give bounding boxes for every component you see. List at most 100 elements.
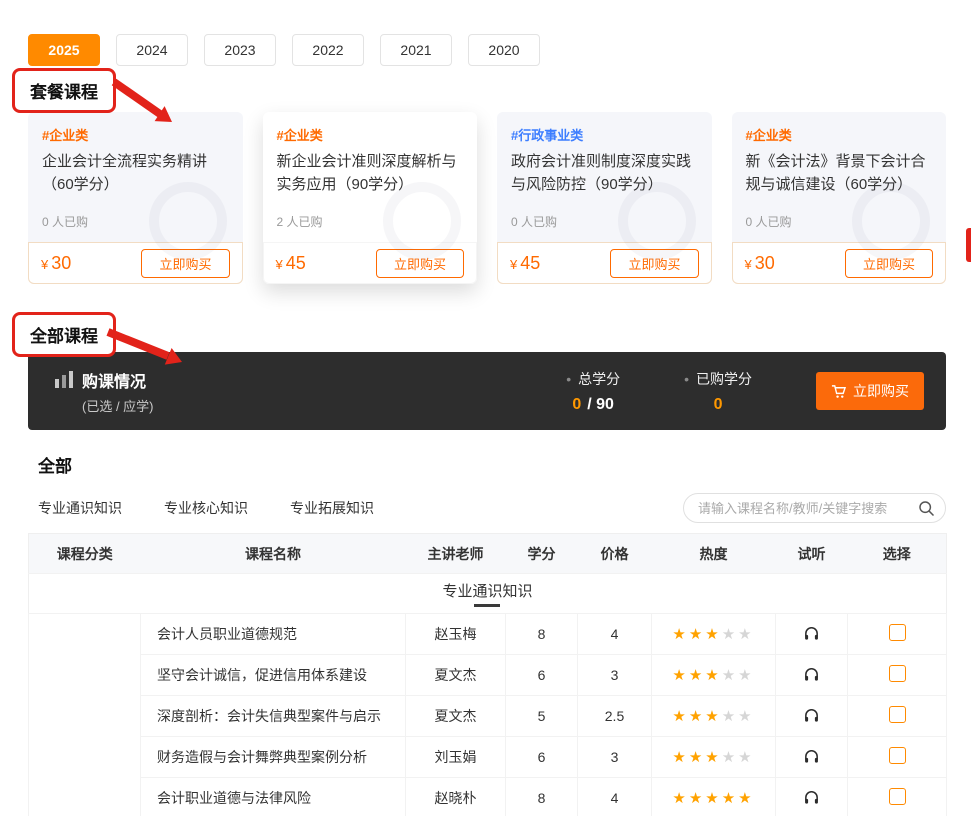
headphone-icon[interactable]: [803, 747, 820, 764]
group-title: 专业通识知识: [442, 580, 532, 607]
purchased-credits-value: 0: [684, 396, 752, 414]
card-tag: #行政事业类: [511, 125, 698, 144]
search-icon[interactable]: [918, 500, 935, 517]
credits-cell: 8: [506, 778, 578, 816]
course-table: 课程分类 课程名称 主讲老师 学分 价格 热度 试听 选择 专业通识知识 会计职…: [28, 533, 947, 816]
all-courses-annotation: 全部课程: [12, 312, 116, 357]
course-name-cell: 坚守会计诚信，促进信用体系建设: [141, 655, 406, 696]
credits-cell: 5: [506, 696, 578, 737]
teacher-cell: 夏文杰: [406, 696, 506, 737]
table-row: 会计职业道德 会计人员职业道德规范 赵玉梅 8 4 ★★★★★: [29, 614, 947, 655]
header-audition: 试听: [776, 534, 848, 574]
header-select: 选择: [848, 534, 947, 574]
year-tab-2024[interactable]: 2024: [116, 34, 188, 66]
group-title-row: 专业通识知识: [29, 574, 947, 614]
headphone-icon[interactable]: [803, 788, 820, 805]
tab-general-knowledge[interactable]: 专业通识知识: [38, 498, 122, 518]
card-price: ¥30: [41, 253, 71, 274]
table-row: 财务造假与会计舞弊典型案例分析 刘玉娟 6 3 ★★★★★: [29, 737, 947, 778]
buy-now-button[interactable]: 立即购买: [610, 249, 698, 278]
course-search-box: [683, 493, 946, 523]
headphone-icon[interactable]: [803, 706, 820, 723]
tab-core-knowledge[interactable]: 专业核心知识: [164, 498, 248, 518]
buy-now-button[interactable]: 立即购买: [141, 249, 229, 278]
header-course-name: 课程名称: [141, 534, 406, 574]
year-tab-2021[interactable]: 2021: [380, 34, 452, 66]
buy-now-button[interactable]: 立即购买: [376, 249, 464, 278]
package-card: #企业类 新企业会计准则深度解析与实务应用（90学分） 2 人已购 ¥45 立即…: [263, 112, 478, 284]
select-checkbox[interactable]: [889, 788, 906, 805]
purchase-status-block: 购课情况 (已选 / 应学): [54, 368, 154, 415]
currency-symbol: ¥: [41, 257, 48, 272]
select-checkbox[interactable]: [889, 706, 906, 723]
teacher-cell: 刘玉娟: [406, 737, 506, 778]
popularity-cell: ★★★★★: [652, 696, 776, 737]
price-cell: 3: [578, 737, 652, 778]
card-price-strip: ¥30 立即购买: [732, 242, 947, 284]
headphone-icon[interactable]: [803, 665, 820, 682]
course-name-cell: 会计人员职业道德规范: [141, 614, 406, 655]
card-buyers: 0 人已购: [511, 205, 698, 236]
card-title: 政府会计准则制度深度实践与风险防控（90学分）: [511, 151, 698, 197]
credits-cell: 6: [506, 737, 578, 778]
table-header-row: 课程分类 课程名称 主讲老师 学分 价格 热度 试听 选择: [29, 534, 947, 574]
credits-cell: 6: [506, 655, 578, 696]
course-name-cell: 深度剖析：会计失信典型案件与启示: [141, 696, 406, 737]
year-tab-bar: 2025 2024 2023 2022 2021 2020: [0, 0, 971, 66]
header-price: 价格: [578, 534, 652, 574]
catalog-heading: 全部: [38, 452, 971, 477]
card-buyers: 0 人已购: [42, 205, 229, 236]
purchased-credits-label: 已购学分: [684, 369, 752, 389]
bar-chart-icon: [54, 371, 74, 389]
category-cell: 会计职业道德: [29, 614, 141, 816]
package-card-body: #企业类 新《会计法》背景下会计合规与诚信建设（60学分） 0 人已购: [732, 112, 947, 242]
year-tab-2022[interactable]: 2022: [292, 34, 364, 66]
cart-icon: [831, 384, 846, 399]
card-price-strip: ¥30 立即购买: [28, 242, 243, 284]
table-row: 深度剖析：会计失信典型案件与启示 夏文杰 5 2.5 ★★★★★: [29, 696, 947, 737]
header-popularity: 热度: [652, 534, 776, 574]
red-arrow-icon: [108, 76, 180, 128]
purchase-status-subtitle: (已选 / 应学): [82, 396, 154, 415]
package-card: #企业类 企业会计全流程实务精讲（60学分） 0 人已购 ¥30 立即购买: [28, 112, 243, 284]
package-card-body: #行政事业类 政府会计准则制度深度实践与风险防控（90学分） 0 人已购: [497, 112, 712, 242]
package-card-body: #企业类 企业会计全流程实务精讲（60学分） 0 人已购: [28, 112, 243, 242]
price-cell: 4: [578, 778, 652, 816]
popularity-cell: ★★★★★: [652, 778, 776, 816]
package-cards-row: #企业类 企业会计全流程实务精讲（60学分） 0 人已购 ¥30 立即购买 #企…: [28, 112, 946, 284]
search-input[interactable]: [698, 501, 918, 516]
knowledge-tab-bar: 专业通识知识 专业核心知识 专业拓展知识: [38, 498, 374, 518]
buy-now-button[interactable]: 立即购买: [816, 372, 924, 410]
select-checkbox[interactable]: [889, 624, 906, 641]
card-buyers: 2 人已购: [277, 205, 464, 236]
table-row: 会计职业道德与法律风险 赵晓朴 8 4 ★★★★★: [29, 778, 947, 816]
year-tab-2020[interactable]: 2020: [468, 34, 540, 66]
popularity-cell: ★★★★★: [652, 737, 776, 778]
card-title: 企业会计全流程实务精讲（60学分）: [42, 151, 229, 197]
select-checkbox[interactable]: [889, 665, 906, 682]
header-teacher: 主讲老师: [406, 534, 506, 574]
price-cell: 2.5: [578, 696, 652, 737]
card-title: 新《会计法》背景下会计合规与诚信建设（60学分）: [746, 151, 933, 197]
teacher-cell: 夏文杰: [406, 655, 506, 696]
currency-symbol: ¥: [276, 257, 283, 272]
card-tag: #企业类: [746, 125, 933, 144]
currency-symbol: ¥: [510, 257, 517, 272]
card-price: ¥45: [276, 253, 306, 274]
purchased-credits-stat: 已购学分 0: [684, 369, 752, 414]
currency-symbol: ¥: [745, 257, 752, 272]
select-checkbox[interactable]: [889, 747, 906, 764]
card-buyers: 0 人已购: [746, 205, 933, 236]
teacher-cell: 赵晓朴: [406, 778, 506, 816]
course-name-cell: 财务造假与会计舞弊典型案例分析: [141, 737, 406, 778]
total-credits-value: 0/ 90: [566, 396, 620, 414]
header-category: 课程分类: [29, 534, 141, 574]
credits-cell: 8: [506, 614, 578, 655]
year-tab-2025[interactable]: 2025: [28, 34, 100, 66]
tab-extended-knowledge[interactable]: 专业拓展知识: [290, 498, 374, 518]
headphone-icon[interactable]: [803, 624, 820, 641]
buy-now-button[interactable]: 立即购买: [845, 249, 933, 278]
year-tab-2023[interactable]: 2023: [204, 34, 276, 66]
card-price-strip: ¥45 立即购买: [497, 242, 712, 284]
table-row: 坚守会计诚信，促进信用体系建设 夏文杰 6 3 ★★★★★: [29, 655, 947, 696]
